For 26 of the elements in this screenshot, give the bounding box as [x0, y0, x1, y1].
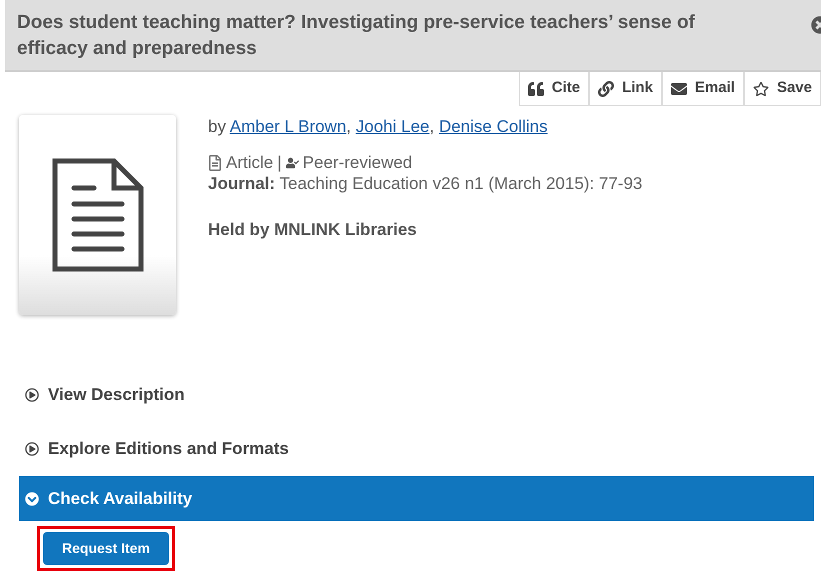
quote-icon [528, 80, 544, 96]
review-label: Peer-reviewed [302, 153, 412, 173]
action-button[interactable]: Email [662, 72, 744, 106]
action-button[interactable]: Save [744, 72, 821, 106]
link-icon [598, 80, 614, 96]
action-button[interactable]: Cite [518, 72, 590, 106]
format-label: Article [226, 153, 274, 173]
author-link[interactable]: Denise Collins [438, 117, 548, 136]
author-link[interactable]: Joohi Lee [356, 117, 430, 136]
expand-icon [25, 492, 39, 506]
action-button[interactable]: Link [589, 72, 662, 106]
held-by-text: Held by MNLINK Libraries [208, 219, 418, 241]
author-link[interactable]: Amber L Brown [230, 117, 346, 136]
journal-line: Journal: Teaching Education v26 n1 (March 2015): 77-93 [208, 173, 642, 195]
section-header[interactable]: Check Availability [19, 476, 814, 521]
separator: | [277, 153, 282, 173]
section-header[interactable]: View Description [19, 368, 814, 421]
authors-line: by Amber L Brown, Joohi Lee, Denise Collins [208, 116, 549, 138]
star-icon [752, 80, 769, 96]
person-check-icon [286, 156, 299, 170]
file-icon [208, 155, 222, 171]
document-icon [52, 158, 144, 272]
record-title: Does student teaching matter? Investigating pre-service teachers’ sense of efficacy and preparedness [17, 11, 696, 61]
envelope-icon [670, 80, 687, 96]
request-item-button[interactable]: Request Item [43, 532, 169, 565]
section-header[interactable]: Explore Editions and Formats [19, 422, 814, 475]
